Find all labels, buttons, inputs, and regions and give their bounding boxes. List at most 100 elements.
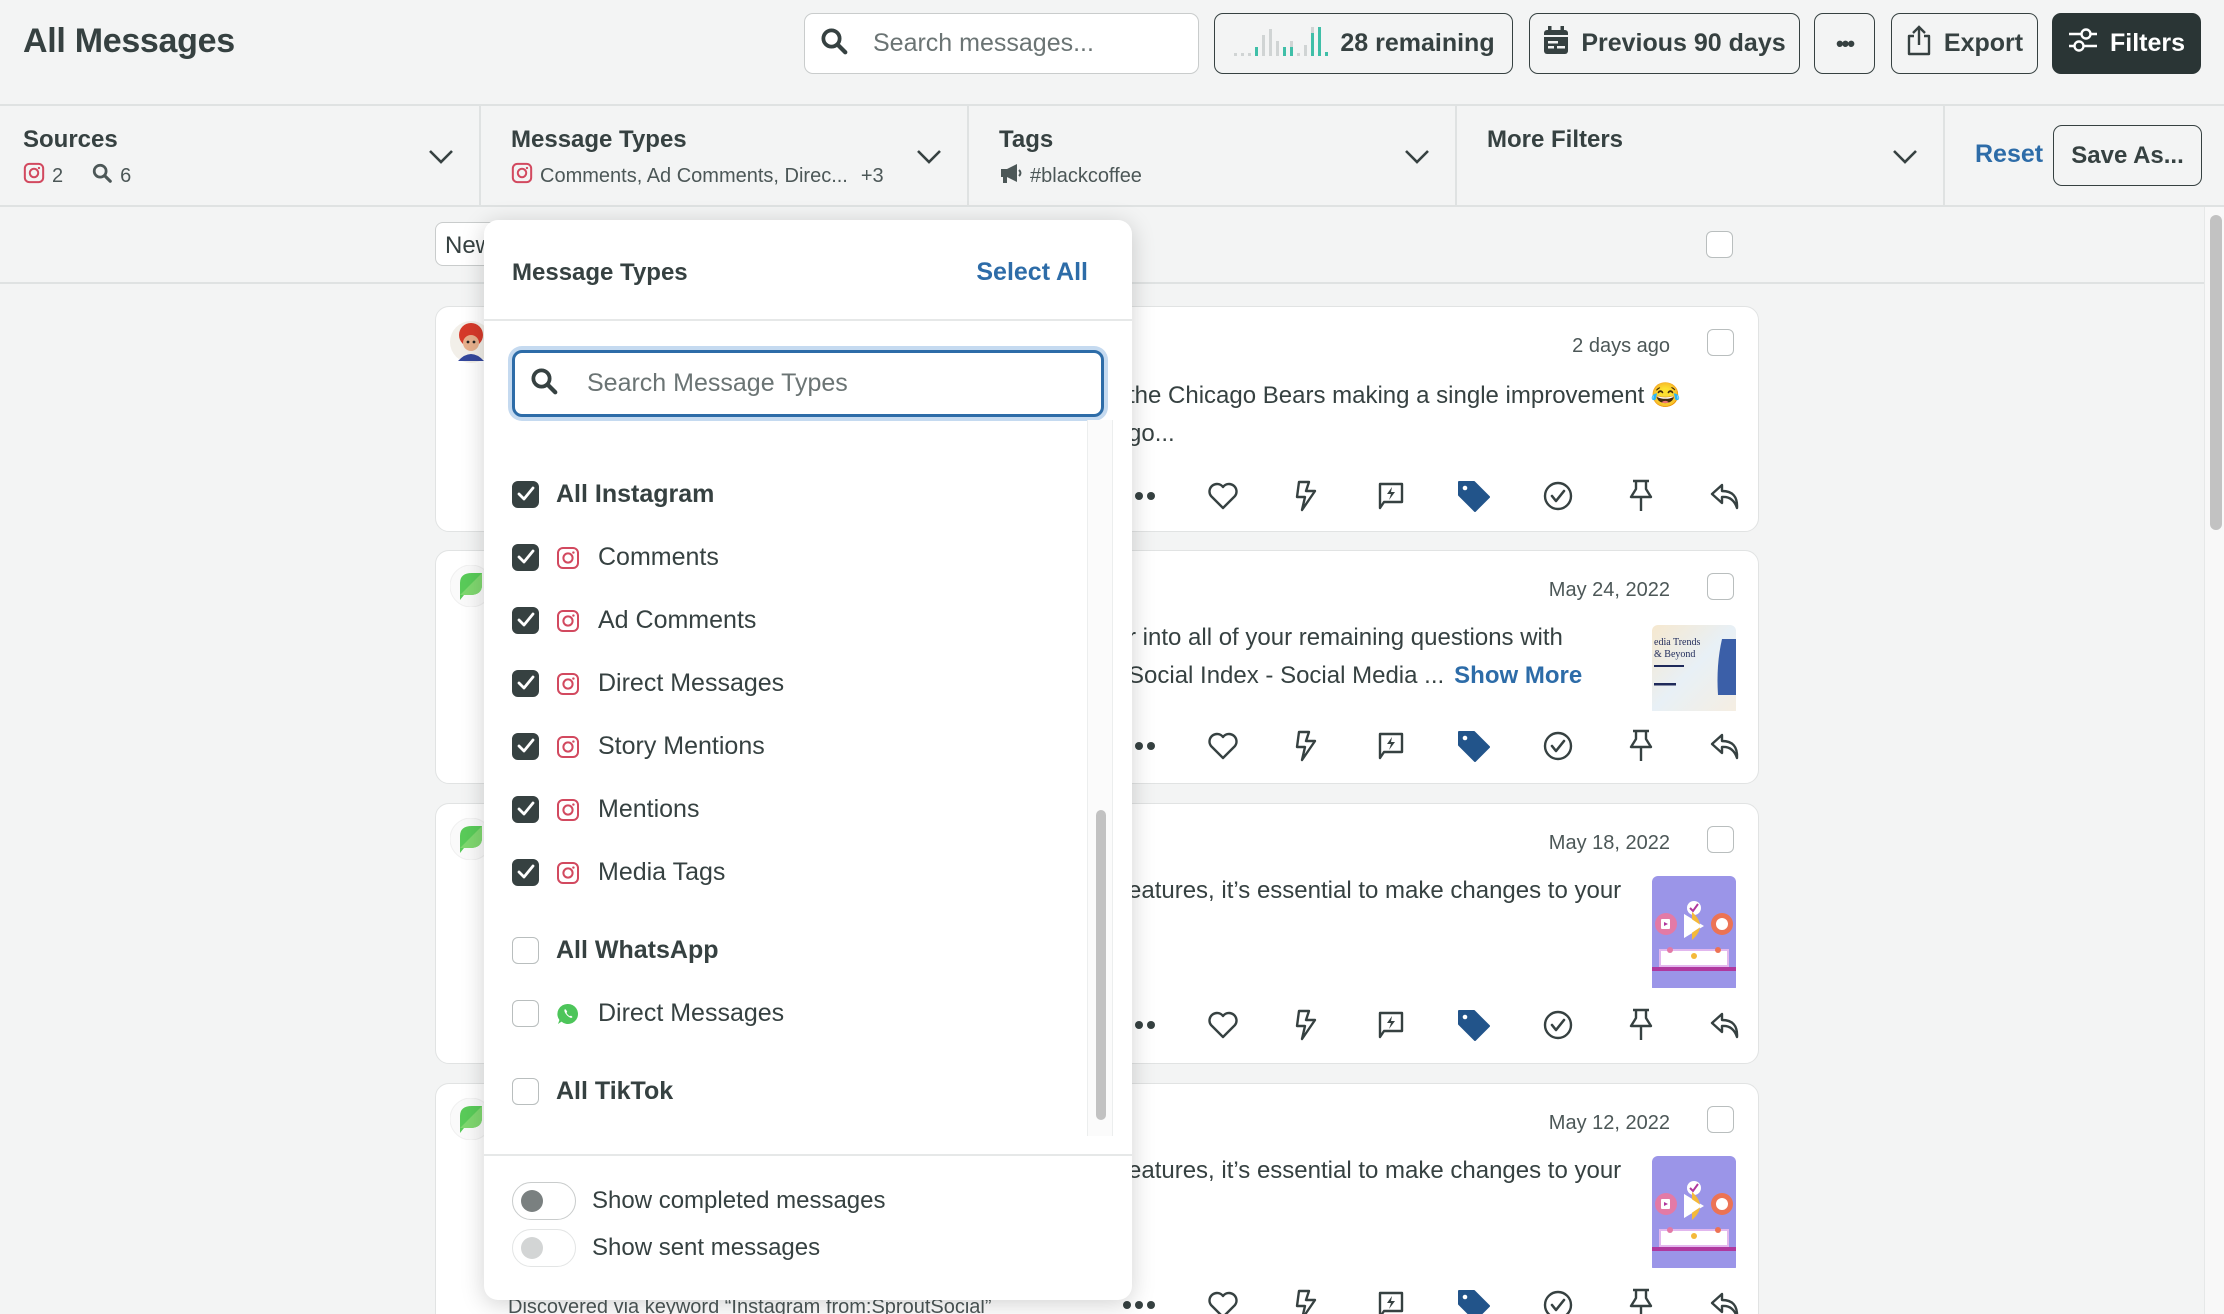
tag-icon[interactable] bbox=[1457, 729, 1491, 763]
reply-icon[interactable] bbox=[1708, 479, 1742, 513]
tag-icon[interactable] bbox=[1457, 1288, 1491, 1314]
reply-icon[interactable] bbox=[1708, 1008, 1742, 1042]
select-all-link[interactable]: Select All bbox=[976, 258, 1088, 287]
message-text-line: eatures, it’s essential to make changes … bbox=[1128, 1157, 1622, 1184]
dropdown-scrollbar[interactable] bbox=[1087, 420, 1113, 1136]
checkbox-checked[interactable] bbox=[512, 606, 539, 634]
message-media-thumbnail[interactable] bbox=[1652, 1156, 1736, 1273]
message-type-option[interactable]: Comments bbox=[512, 537, 719, 577]
whatsapp-icon bbox=[556, 1001, 580, 1025]
date-range-button[interactable]: Previous 90 days bbox=[1529, 13, 1800, 74]
reset-filters-link[interactable]: Reset bbox=[1975, 140, 2043, 169]
complete-check-icon[interactable] bbox=[1541, 1288, 1575, 1314]
message-type-option[interactable]: Media Tags bbox=[512, 852, 725, 892]
chevron-down-icon bbox=[1403, 142, 1431, 170]
message-types-search-input[interactable] bbox=[587, 369, 1067, 398]
message-select-checkbox[interactable] bbox=[1707, 826, 1734, 853]
page-scrollbar-thumb[interactable] bbox=[2210, 215, 2222, 530]
show-completed-toggle[interactable] bbox=[512, 1182, 576, 1220]
message-date: May 24, 2022 bbox=[1548, 579, 1670, 601]
save-as-button[interactable]: Save As... bbox=[2053, 125, 2202, 186]
select-all-messages-checkbox[interactable] bbox=[1706, 231, 1733, 258]
sources-filter[interactable]: Sources 2 6 bbox=[0, 106, 481, 207]
checkbox-checked[interactable] bbox=[512, 669, 539, 697]
message-types-list: All Instagram Comments Ad Comments Direct M… bbox=[484, 420, 1087, 1136]
more-filters-filter[interactable]: More Filters bbox=[1457, 106, 1945, 207]
message-types-summary: Comments, Ad Comments, Direc... bbox=[540, 164, 848, 187]
message-type-option[interactable]: Mentions bbox=[512, 789, 699, 829]
message-type-option[interactable]: Comments bbox=[512, 1134, 719, 1136]
quick-reply-icon[interactable] bbox=[1373, 729, 1407, 763]
heart-icon[interactable] bbox=[1206, 1008, 1240, 1042]
message-select-checkbox[interactable] bbox=[1707, 573, 1734, 600]
pin-icon[interactable] bbox=[1624, 479, 1658, 513]
message-type-group-option[interactable]: All WhatsApp bbox=[512, 930, 719, 970]
message-type-option[interactable]: Direct Messages bbox=[512, 663, 784, 703]
checkbox-checked[interactable] bbox=[512, 858, 539, 886]
checkbox-checked[interactable] bbox=[512, 480, 539, 508]
chevron-down-icon bbox=[1891, 142, 1919, 170]
message-media-thumbnail[interactable] bbox=[1652, 876, 1736, 993]
search-icon bbox=[529, 366, 559, 401]
message-type-group-option[interactable]: All Instagram bbox=[512, 474, 714, 514]
lightning-icon[interactable] bbox=[1289, 729, 1323, 763]
message-types-dropdown: Message Types Select All All Instagram Co… bbox=[484, 220, 1132, 1300]
tag-icon[interactable] bbox=[1457, 1008, 1491, 1042]
more-options-button[interactable]: ••• bbox=[1814, 13, 1875, 74]
filters-button[interactable]: Filters bbox=[2052, 13, 2201, 74]
instagram-icon bbox=[511, 162, 533, 190]
megaphone-icon bbox=[999, 162, 1023, 190]
show-sent-toggle[interactable] bbox=[512, 1229, 576, 1267]
message-select-checkbox[interactable] bbox=[1707, 329, 1734, 356]
show-more-link[interactable]: Show More bbox=[1454, 662, 1582, 689]
quick-reply-icon[interactable] bbox=[1373, 479, 1407, 513]
dropdown-scrollbar-thumb[interactable] bbox=[1096, 810, 1106, 1120]
checkbox-unchecked[interactable] bbox=[512, 1077, 539, 1105]
search-messages-input[interactable] bbox=[873, 29, 1173, 58]
chevron-down-icon bbox=[915, 142, 943, 170]
message-text-line: the Chicago Bears making a single improv… bbox=[1128, 382, 1681, 409]
pin-icon[interactable] bbox=[1624, 1008, 1658, 1042]
checkbox-unchecked[interactable] bbox=[512, 999, 539, 1027]
complete-check-icon[interactable] bbox=[1541, 729, 1575, 763]
page-scrollbar[interactable] bbox=[2204, 207, 2224, 1314]
lightning-icon[interactable] bbox=[1289, 1288, 1323, 1314]
search-messages-field[interactable] bbox=[804, 13, 1199, 74]
message-type-option[interactable]: Story Mentions bbox=[512, 726, 765, 766]
share-upload-icon bbox=[1906, 24, 1932, 63]
lightning-icon[interactable] bbox=[1289, 479, 1323, 513]
pin-icon[interactable] bbox=[1624, 1288, 1658, 1314]
quick-reply-icon[interactable] bbox=[1373, 1288, 1407, 1314]
tag-value: #blackcoffee bbox=[1030, 164, 1142, 187]
message-type-option[interactable]: Direct Messages bbox=[512, 993, 784, 1033]
show-sent-toggle-row[interactable]: Show sent messages bbox=[512, 1229, 820, 1267]
pin-icon[interactable] bbox=[1624, 729, 1658, 763]
tags-filter[interactable]: Tags #blackcoffee bbox=[969, 106, 1457, 207]
heart-icon[interactable] bbox=[1206, 479, 1240, 513]
checkbox-checked[interactable] bbox=[512, 795, 539, 823]
message-type-option[interactable]: Ad Comments bbox=[512, 600, 756, 640]
option-label: Media Tags bbox=[598, 857, 726, 886]
export-button[interactable]: Export bbox=[1891, 13, 2038, 74]
reply-icon[interactable] bbox=[1708, 729, 1742, 763]
complete-check-icon[interactable] bbox=[1541, 479, 1575, 513]
checkbox-unchecked[interactable] bbox=[512, 936, 539, 964]
lightning-icon[interactable] bbox=[1289, 1008, 1323, 1042]
reply-icon[interactable] bbox=[1708, 1288, 1742, 1314]
message-types-search-field[interactable] bbox=[512, 350, 1104, 417]
checkbox-checked[interactable] bbox=[512, 732, 539, 760]
heart-icon[interactable] bbox=[1206, 729, 1240, 763]
instagram-icon bbox=[556, 545, 580, 569]
remaining-button[interactable]: 28 remaining bbox=[1214, 13, 1513, 74]
show-completed-toggle-row[interactable]: Show completed messages bbox=[512, 1182, 885, 1220]
checkbox-checked[interactable] bbox=[512, 543, 539, 571]
message-select-checkbox[interactable] bbox=[1707, 1106, 1734, 1133]
heart-icon[interactable] bbox=[1206, 1288, 1240, 1314]
message-types-filter[interactable]: Message Types Comments, Ad Comments, Dir… bbox=[481, 106, 969, 207]
message-media-thumbnail[interactable]: edia Trends & Beyond bbox=[1652, 625, 1736, 716]
complete-check-icon[interactable] bbox=[1541, 1008, 1575, 1042]
tag-icon[interactable] bbox=[1457, 479, 1491, 513]
message-type-group-option[interactable]: All TikTok bbox=[512, 1071, 673, 1111]
quick-reply-icon[interactable] bbox=[1373, 1008, 1407, 1042]
message-action-bar bbox=[1122, 729, 1742, 763]
